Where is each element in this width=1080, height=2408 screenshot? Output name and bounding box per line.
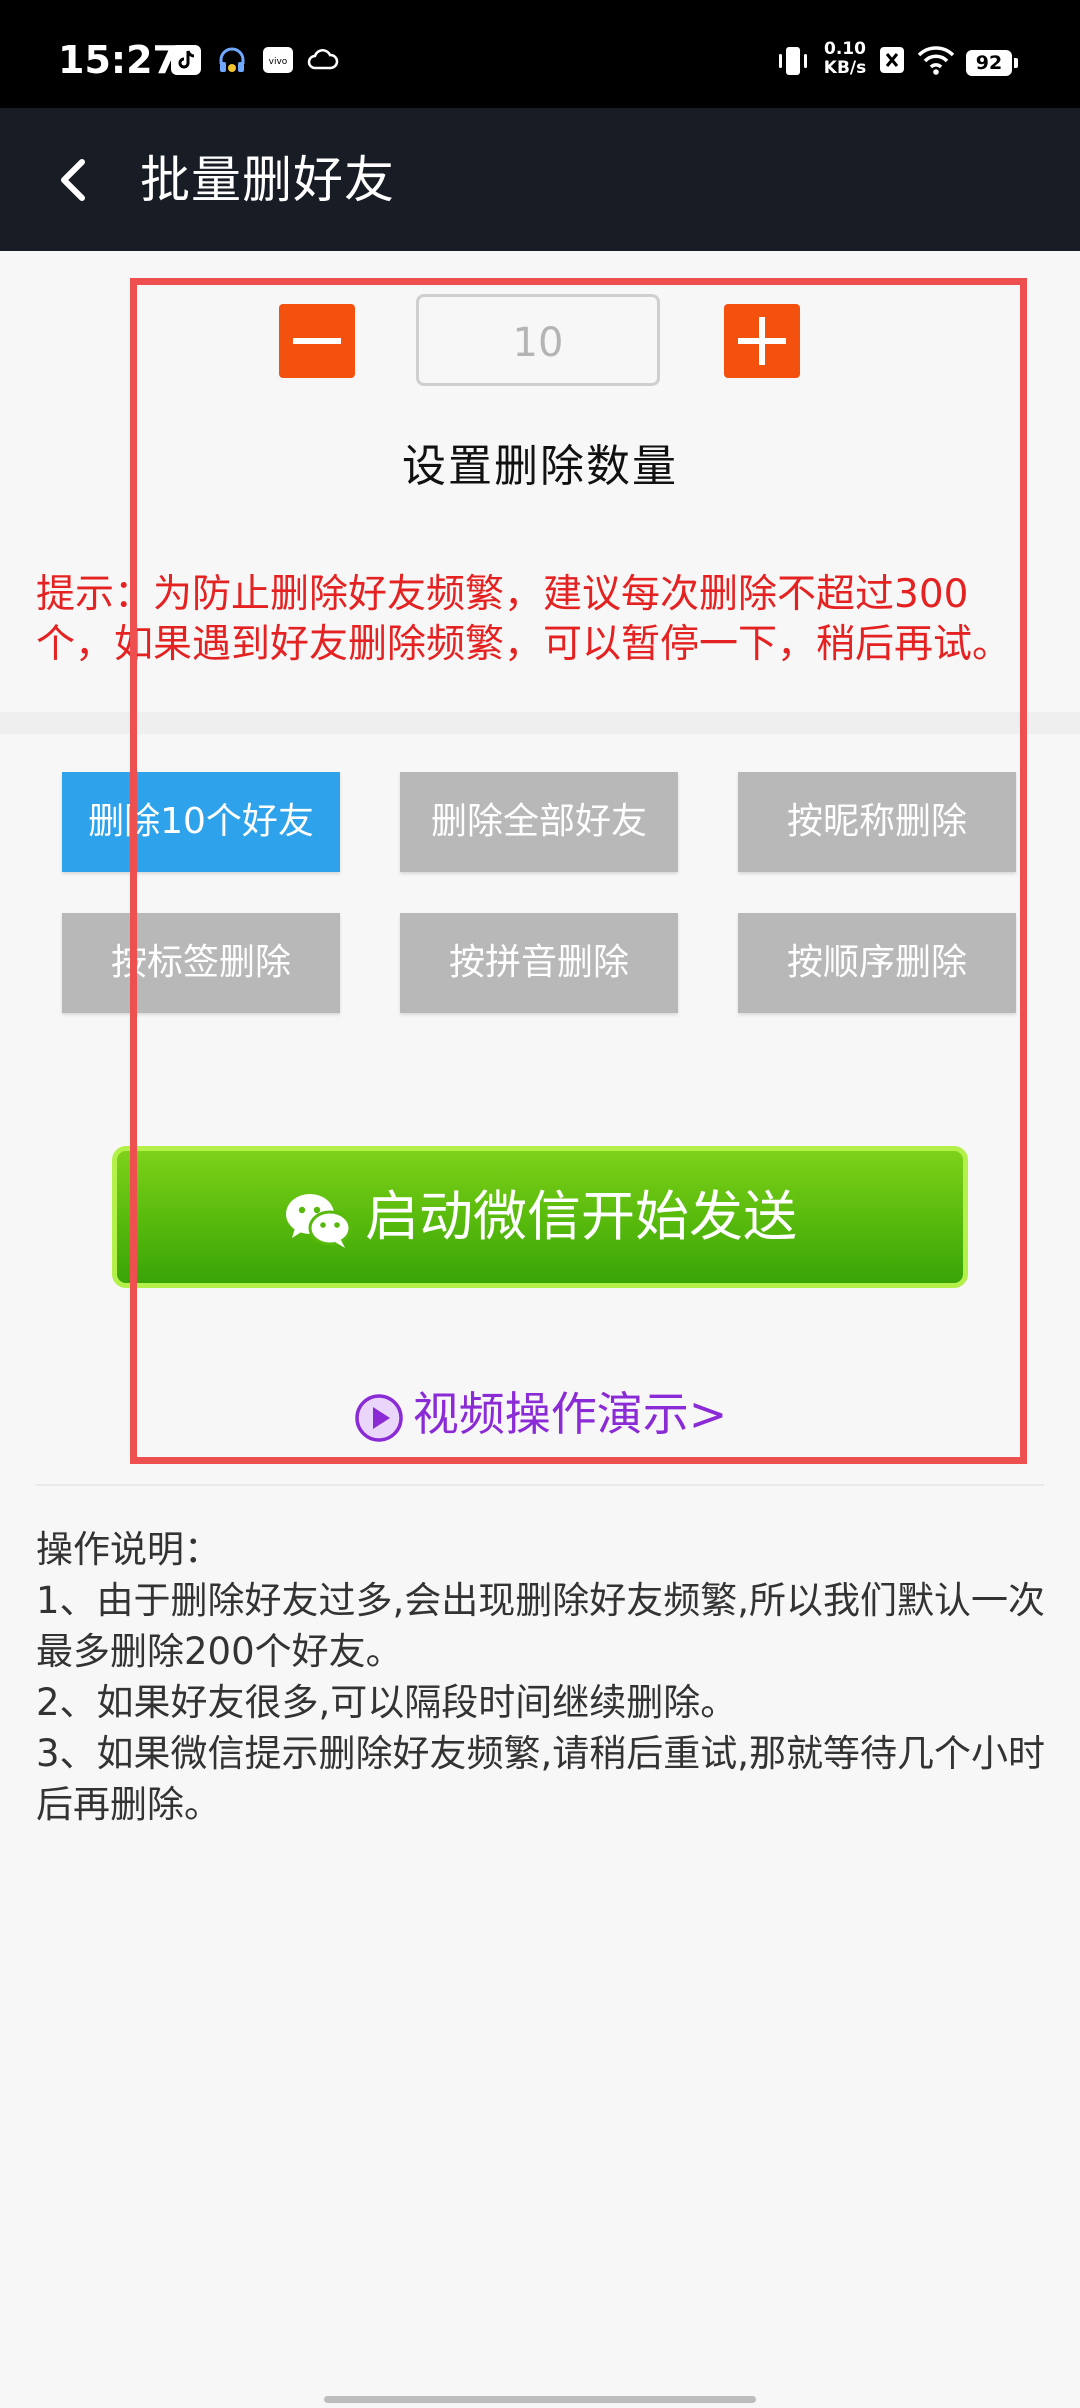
- net-speed-unit: KB/s: [823, 58, 867, 78]
- option-delete-by-pinyin[interactable]: 按拼音删除: [400, 913, 678, 1013]
- back-icon[interactable]: [44, 150, 104, 210]
- wifi-icon: [917, 46, 955, 75]
- headphone-icon: [219, 47, 245, 72]
- instructions-title: 操作说明：: [36, 1528, 221, 1571]
- vibrate-icon: [779, 47, 807, 75]
- option-delete-all[interactable]: 删除全部好友: [400, 772, 678, 872]
- tiktok-icon: [171, 45, 201, 75]
- plus-icon: [738, 317, 786, 365]
- option-delete-by-order[interactable]: 按顺序删除: [738, 913, 1016, 1013]
- page-title: 批量删好友: [140, 151, 395, 209]
- start-button-label: 启动微信开始发送: [365, 1185, 797, 1248]
- video-demo-label: 视频操作演示>: [412, 1387, 728, 1441]
- content-divider: [36, 1484, 1044, 1486]
- video-demo-link[interactable]: 视频操作演示>: [0, 1384, 1080, 1444]
- vivo-icon: vivo: [263, 47, 293, 73]
- play-circle-icon: [354, 1393, 403, 1442]
- option-delete-by-tag[interactable]: 按标签删除: [62, 913, 340, 1013]
- instruction-item: 3、如果微信提示删除好友频繁,请稍后重试,那就等待几个小时后再删除。: [36, 1732, 1046, 1826]
- home-indicator[interactable]: [324, 2396, 756, 2403]
- hint-text: 提示：为防止删除好友频繁，建议每次删除不超过300个，如果遇到好友删除频繁，可以…: [36, 572, 1012, 667]
- start-wechat-button[interactable]: 启动微信开始发送: [112, 1146, 968, 1288]
- option-delete-by-nickname[interactable]: 按昵称删除: [738, 772, 1016, 872]
- svg-text:vivo: vivo: [269, 57, 288, 67]
- net-speed-value: 0.10: [824, 39, 866, 59]
- instructions: 操作说明： 1、由于删除好友过多,会出现删除好友频繁,所以我们默认一次最多删除2…: [36, 1524, 1046, 1830]
- decrease-button[interactable]: [279, 304, 355, 378]
- instruction-item: 1、由于删除好友过多,会出现删除好友频繁,所以我们默认一次最多删除200个好友。: [36, 1579, 1046, 1673]
- wechat-icon: [286, 1194, 352, 1249]
- sim-x-icon: [880, 47, 904, 73]
- quantity-input[interactable]: 10: [416, 294, 660, 386]
- minus-icon: [293, 338, 341, 344]
- cloud-icon: [307, 49, 339, 70]
- increase-button[interactable]: [724, 304, 800, 378]
- quantity-label: 设置删除数量: [402, 441, 678, 492]
- net-speed: 0.10 KB/s: [820, 40, 870, 78]
- instruction-item: 2、如果好友很多,可以隔段时间继续删除。: [36, 1681, 738, 1724]
- section-divider: [0, 712, 1080, 734]
- app-bar: 批量删好友: [0, 108, 1080, 251]
- status-bar: 15:27 vivo 0.10 KB/s 92: [0, 0, 1080, 108]
- battery-icon: 92: [966, 50, 1018, 76]
- option-delete-10[interactable]: 删除10个好友: [62, 772, 340, 872]
- status-time: 15:27: [58, 38, 179, 82]
